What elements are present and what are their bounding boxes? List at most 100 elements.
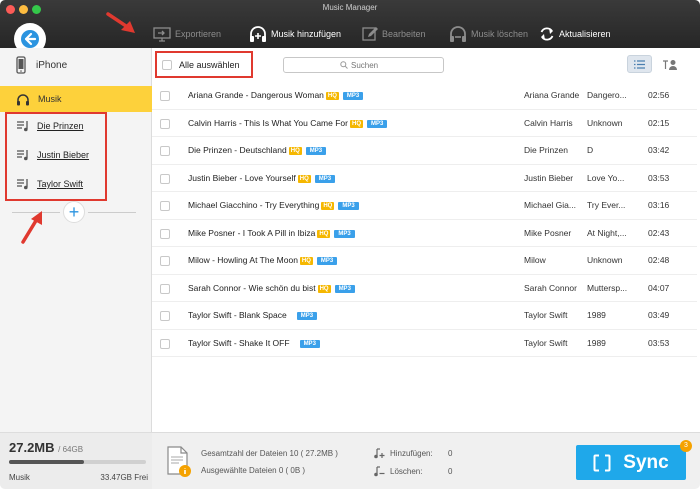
track-duration: 03:53 bbox=[648, 172, 670, 183]
track-title: Milow - Howling At The Moon bbox=[188, 255, 298, 266]
iphone-icon bbox=[16, 56, 26, 74]
track-row[interactable]: Ariana Grande - Dangerous Woman HQ MP3 Ari… bbox=[152, 82, 700, 110]
hq-badge: HQ bbox=[317, 284, 331, 293]
search-field[interactable] bbox=[283, 57, 444, 73]
playlists-highlight-box bbox=[5, 112, 107, 201]
list-view-icon bbox=[634, 59, 645, 69]
sync-label: Sync bbox=[623, 451, 669, 473]
track-album: Unknown bbox=[587, 117, 623, 128]
export-button[interactable]: Exportieren bbox=[152, 24, 221, 44]
hq-badge: HQ bbox=[297, 174, 311, 183]
add-playlist-button[interactable]: + bbox=[63, 201, 85, 223]
track-duration: 03:42 bbox=[648, 145, 670, 156]
row-checkbox[interactable] bbox=[160, 338, 170, 349]
track-row[interactable]: Justin Bieber - Love Yourself HQ MP3 Justi… bbox=[152, 165, 700, 192]
music-manager-window: Music Manager Exportieren Musik hinzufüg… bbox=[0, 0, 700, 489]
delete-music-button[interactable]: Musik löschen bbox=[448, 24, 528, 44]
storage-free: 33.47GB Frei bbox=[100, 473, 148, 482]
music-add-icon bbox=[374, 448, 385, 459]
sync-button[interactable]: Sync bbox=[576, 445, 686, 480]
row-checkbox[interactable] bbox=[160, 118, 170, 129]
headphones-icon bbox=[17, 93, 29, 105]
format-badge: MP3 bbox=[296, 312, 318, 321]
track-artist: Taylor Swift bbox=[524, 310, 568, 321]
row-checkbox[interactable] bbox=[160, 173, 170, 184]
sidebar-item-music[interactable]: Musik bbox=[0, 86, 152, 112]
row-checkbox[interactable] bbox=[160, 256, 170, 266]
refresh-icon bbox=[540, 27, 554, 41]
track-album: Love Yo... bbox=[587, 172, 625, 183]
edit-button[interactable]: Bearbeiten bbox=[361, 24, 426, 44]
track-row[interactable]: Sarah Connor - Wie schön du bist HQ MP3 Sa… bbox=[152, 275, 700, 302]
track-title: Mike Posner - I Took A Pill in Ibiza bbox=[188, 227, 316, 238]
track-row[interactable]: Mike Posner - I Took A Pill in Ibiza HQ MP… bbox=[152, 220, 700, 247]
track-title: Die Prinzen - Deutschland bbox=[188, 145, 287, 156]
track-row[interactable]: Die Prinzen - Deutschland HQ MP3 Die Prinz… bbox=[152, 137, 700, 165]
track-duration: 03:49 bbox=[648, 310, 670, 321]
list-view-button[interactable] bbox=[627, 55, 652, 73]
track-panel: Alle auswählen Ariana Grande - Dangerous… bbox=[152, 48, 700, 432]
search-input[interactable] bbox=[351, 60, 387, 70]
track-title: Ariana Grande - Dangerous Woman bbox=[188, 90, 324, 101]
hq-badge: HQ bbox=[317, 229, 331, 238]
hq-badge: HQ bbox=[321, 202, 335, 211]
row-checkbox[interactable] bbox=[160, 201, 170, 211]
track-duration: 02:43 bbox=[648, 227, 670, 238]
track-title-cell: Milow - Howling At The Moon HQ MP3 bbox=[188, 255, 338, 266]
format-badge: MP3 bbox=[305, 147, 327, 156]
headphones-minus-icon bbox=[450, 26, 466, 42]
plus-icon: + bbox=[68, 202, 80, 222]
row-checkbox[interactable] bbox=[160, 228, 170, 239]
row-checkbox[interactable] bbox=[160, 311, 170, 321]
hq-badge: HQ bbox=[349, 119, 363, 128]
format-badge: MP3 bbox=[334, 284, 355, 293]
refresh-button[interactable]: Aktualisieren bbox=[538, 24, 611, 44]
add-count-value: 0 bbox=[448, 449, 453, 458]
device-selector[interactable]: iPhone bbox=[0, 48, 152, 82]
storage-bar bbox=[9, 460, 146, 464]
storage-used: 27.2MB / 64GB bbox=[9, 440, 83, 455]
selected-files-text: Ausgewählte Dateien 0 ( 0B ) bbox=[201, 466, 306, 475]
track-album: D bbox=[587, 145, 594, 156]
export-label: Exportieren bbox=[175, 29, 222, 39]
back-arrow-icon bbox=[21, 30, 39, 48]
checkbox[interactable] bbox=[162, 59, 172, 70]
divider bbox=[88, 212, 136, 213]
track-album: Dangero... bbox=[587, 90, 627, 101]
artist-view-button[interactable] bbox=[657, 55, 682, 73]
track-title: Taylor Swift - Shake It OFF bbox=[188, 337, 290, 348]
track-album: Unknown bbox=[587, 255, 623, 266]
add-music-button[interactable]: Musik hinzufügen bbox=[248, 24, 341, 44]
track-album: At Night,... bbox=[587, 227, 627, 238]
headphones-plus-icon bbox=[250, 26, 266, 42]
track-artist: Sarah Connor bbox=[524, 282, 577, 293]
search-icon bbox=[340, 61, 348, 69]
track-artist: Michael Gia... bbox=[524, 200, 576, 211]
edit-icon bbox=[362, 27, 378, 41]
track-album: 1989 bbox=[587, 310, 606, 321]
format-badge: MP3 bbox=[342, 92, 364, 101]
hq-badge: HQ bbox=[325, 92, 339, 101]
format-badge: MP3 bbox=[334, 229, 355, 238]
add-music-label: Musik hinzufügen bbox=[271, 29, 342, 39]
track-title-cell: Sarah Connor - Wie schön du bist HQ MP3 bbox=[188, 283, 355, 293]
status-bar: Gesamtzahl der Dateien 10 ( 27.2MB ) Aus… bbox=[152, 432, 700, 489]
track-artist: Ariana Grande bbox=[524, 90, 580, 101]
track-row[interactable]: Taylor Swift - Shake It OFF MP3 Taylor Sw… bbox=[152, 330, 700, 357]
select-all-checkbox[interactable]: Alle auswählen bbox=[155, 51, 253, 78]
track-row[interactable]: Calvin Harris - This Is What You Came Fo… bbox=[152, 110, 700, 137]
track-duration: 02:56 bbox=[648, 90, 670, 101]
select-all-label: Alle auswählen bbox=[179, 59, 240, 70]
list-toolbar: Alle auswählen bbox=[152, 48, 700, 82]
storage-total: / 64GB bbox=[58, 445, 84, 454]
hq-badge: HQ bbox=[288, 147, 302, 156]
track-title-cell: Justin Bieber - Love Yourself HQ MP3 bbox=[188, 173, 336, 183]
storage-category-label: Musik bbox=[9, 473, 30, 482]
track-row[interactable]: Michael Giacchino - Try Everything HQ MP3 … bbox=[152, 192, 700, 220]
track-row[interactable]: Taylor Swift - Blank Space MP3 Taylor Swi… bbox=[152, 302, 700, 330]
delete-music-label: Musik löschen bbox=[471, 29, 529, 39]
row-checkbox[interactable] bbox=[160, 283, 170, 294]
row-checkbox[interactable] bbox=[160, 91, 170, 101]
track-row[interactable]: Milow - Howling At The Moon HQ MP3 Milow U… bbox=[152, 247, 700, 275]
row-checkbox[interactable] bbox=[160, 146, 170, 156]
